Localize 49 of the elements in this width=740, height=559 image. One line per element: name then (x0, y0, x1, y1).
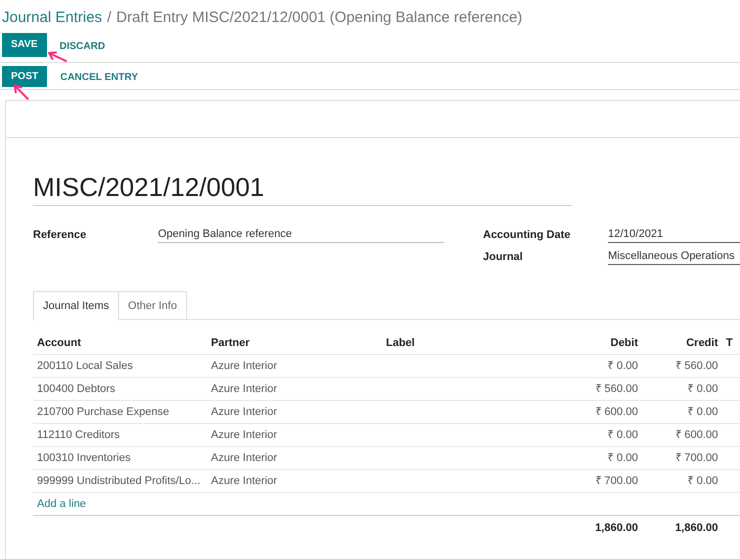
column-header: Label (382, 334, 527, 354)
table-cell: Azure Interior (207, 354, 382, 378)
link-button[interactable]: DISCARD (50, 40, 114, 52)
table-cell: ₹ 560.00 (642, 354, 722, 378)
table-cell: ₹ 0.00 (642, 378, 722, 400)
field-label: Journal (483, 251, 524, 265)
total-cell: 1,860.00 (642, 516, 722, 540)
table-cell: ₹ 600.00 (527, 400, 642, 424)
table-cell: Azure Interior (207, 400, 382, 424)
table-cell: ₹ 700.00 (527, 470, 642, 492)
table-cell: 100400 Debtors (33, 378, 207, 400)
link-button[interactable]: CANCEL ENTRY (51, 72, 148, 83)
tab[interactable]: Other Info (119, 291, 187, 319)
table-cell: ₹ 600.00 (642, 424, 722, 446)
column-header: Partner (207, 334, 382, 354)
table-cell: Azure Interior (207, 470, 382, 492)
field-label: Reference (33, 229, 88, 243)
table-cell: ₹ 700.00 (642, 446, 722, 470)
table-cell: ₹ 0.00 (527, 446, 642, 470)
table-cell: 112110 Creditors (33, 424, 207, 446)
column-header: Credit (642, 334, 722, 354)
table-cell: 999999 Undistributed Profits/Lo... (33, 470, 207, 492)
add-line-link[interactable]: Add a line (37, 498, 86, 510)
breadcrumb-current: Draft Entry MISC/2021/12/0001 (Opening Balance reference) (116, 9, 522, 26)
input-field[interactable]: Opening Balance reference (158, 228, 444, 243)
column-header: Debit (527, 334, 642, 354)
table-cell: Azure Interior (207, 378, 382, 400)
input-field[interactable]: Miscellaneous Operations (608, 250, 740, 265)
table-cell: Azure Interior (207, 446, 382, 470)
breadcrumb-separator: / (107, 9, 112, 26)
record-title: MISC/2021/12/0001 (33, 172, 572, 206)
tab[interactable]: Journal Items (33, 291, 120, 320)
field-label: Accounting Date (483, 229, 572, 243)
table-cell: ₹ 0.00 (642, 400, 722, 424)
table-cell: ₹ 0.00 (527, 424, 642, 446)
table-cell: 100310 Inventories (33, 446, 207, 470)
table-cell: ₹ 0.00 (527, 354, 642, 378)
primary-button[interactable]: SAVE (2, 32, 46, 56)
input-field[interactable]: 12/10/2021 (608, 228, 740, 243)
table-cell: ₹ 0.00 (642, 470, 722, 492)
column-header: T (722, 334, 740, 354)
primary-button[interactable]: POST (2, 66, 48, 86)
table-cell: 210700 Purchase Expense (33, 400, 207, 424)
total-cell: 1,860.00 (527, 516, 642, 540)
column-header: Account (33, 334, 207, 354)
breadcrumb-link[interactable]: Journal Entries (2, 9, 102, 26)
table-cell: 200110 Local Sales (33, 354, 207, 378)
table-cell: Azure Interior (207, 424, 382, 446)
table-cell: ₹ 560.00 (527, 378, 642, 400)
